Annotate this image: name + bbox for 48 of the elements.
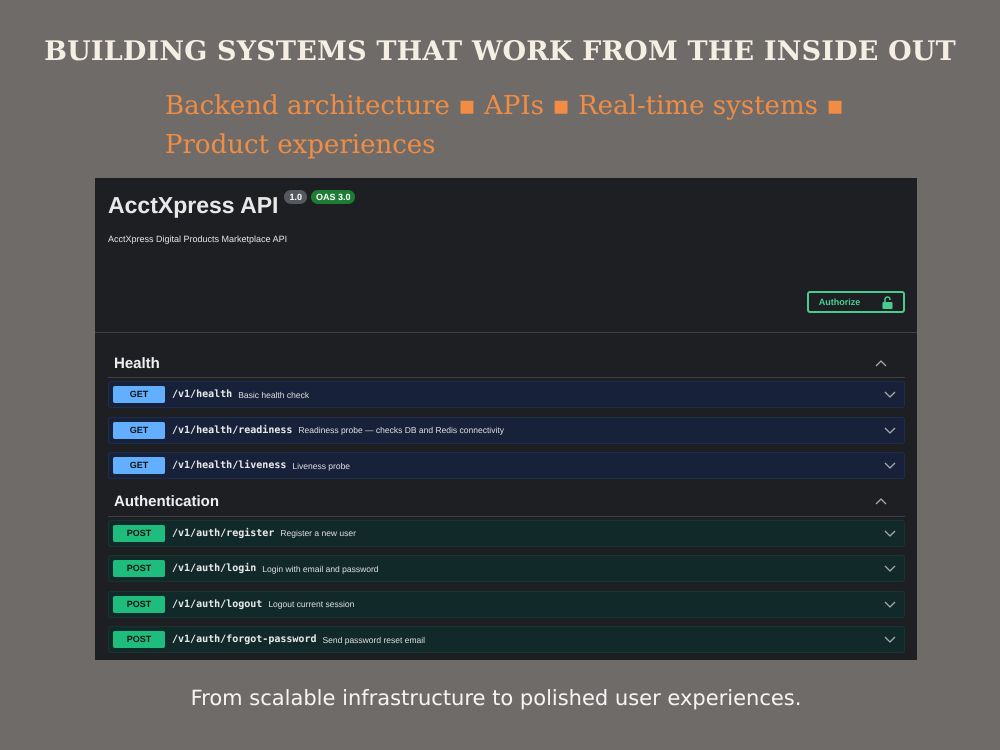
endpoint-summary: Basic health check — [238, 390, 310, 400]
endpoint-summary: Login with email and password — [262, 564, 379, 574]
chevron-down-icon — [884, 600, 896, 608]
authorize-button[interactable]: Authorize — [807, 291, 905, 313]
chevron-down-icon — [884, 391, 896, 398]
section-title: Authentication — [114, 493, 219, 510]
endpoint-path: /v1/health/liveness — [172, 460, 286, 471]
endpoint-row[interactable]: GET /v1/health/readiness Readiness probe — checks DB and Redis connectivity — [108, 416, 905, 444]
endpoint-path: /v1/auth/forgot-password — [172, 634, 316, 645]
endpoint-summary: Readiness probe — checks DB and Redis connectivity — [298, 425, 504, 435]
endpoint-row[interactable]: POST /v1/auth/logout Logout current session — [108, 590, 905, 618]
version-badge: 1.0 — [284, 190, 307, 204]
section-header[interactable]: Authentication — [108, 488, 905, 516]
api-description: AcctXpress Digital Products Marketplace API — [108, 234, 288, 244]
method-badge: POST — [113, 560, 165, 577]
method-badge: POST — [113, 596, 165, 612]
method-badge: POST — [113, 524, 165, 542]
chevron-down-icon — [884, 426, 896, 434]
api-title: AcctXpress API — [108, 192, 278, 219]
lock-icon — [882, 296, 894, 308]
endpoint-path: /v1/auth/login — [172, 563, 256, 574]
section-header[interactable]: Health — [108, 349, 905, 378]
endpoint-summary: Liveness probe — [292, 460, 350, 470]
endpoint-row[interactable]: POST /v1/auth/forgot-password Send password reset email — [108, 626, 905, 653]
endpoint-row[interactable]: GET /v1/health/liveness Liveness probe — [108, 452, 905, 479]
method-badge: GET — [113, 386, 165, 403]
endpoint-path: /v1/health/readiness — [172, 424, 292, 436]
endpoint-summary: Logout current session — [268, 599, 354, 609]
subheadline: Backend architecture ▪ APIs ▪ Real-time systems ▪ Product experiences — [165, 90, 845, 162]
endpoint-path: /v1/auth/logout — [172, 598, 262, 610]
chevron-down-icon — [884, 636, 896, 643]
endpoint-summary: Send password reset email — [322, 634, 426, 644]
headline: BUILDING SYSTEMS THAT WORK FROM THE INSIDE OUT — [44, 36, 956, 67]
endpoint-row[interactable]: POST /v1/auth/register Register a new user — [108, 520, 905, 546]
endpoint-path: /v1/health — [172, 389, 232, 400]
caption: From scalable infrastructure to polished user experiences. — [190, 686, 802, 710]
method-badge: GET — [113, 457, 165, 474]
oas-badge: OAS 3.0 — [310, 190, 356, 204]
chevron-down-icon — [884, 565, 896, 572]
endpoint-row[interactable]: POST /v1/auth/login Login with email and password — [108, 555, 905, 582]
chevron-down-icon — [884, 530, 896, 536]
endpoint-path: /v1/auth/register — [172, 528, 274, 538]
endpoint-summary: Register a new user — [280, 528, 356, 538]
chevron-down-icon — [884, 462, 896, 469]
section-title: Health — [114, 354, 160, 372]
method-badge: POST — [113, 631, 165, 648]
method-badge: GET — [113, 422, 165, 438]
endpoint-row[interactable]: GET /v1/health Basic health check — [108, 381, 905, 408]
